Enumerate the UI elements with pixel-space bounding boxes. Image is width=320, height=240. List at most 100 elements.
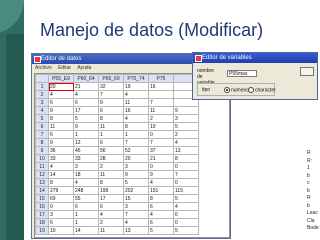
grid-cell[interactable]: 37: [148, 146, 174, 155]
grid-cell[interactable]: 9: [123, 170, 149, 179]
column-header[interactable]: P55_E9: [48, 74, 74, 83]
grid-cell[interactable]: 6: [48, 98, 74, 107]
grid-cell[interactable]: 19: [123, 82, 149, 91]
grid-cell[interactable]: 5: [173, 194, 199, 203]
grid-cell[interactable]: 7: [148, 98, 174, 107]
grid-cell[interactable]: 0: [48, 202, 74, 211]
grid-cell[interactable]: 3: [173, 114, 199, 123]
grid-cell[interactable]: 8: [48, 178, 74, 187]
grid-cell[interactable]: 4: [123, 218, 149, 227]
grid-cell[interactable]: 7: [123, 210, 149, 219]
grid-cell[interactable]: 4: [148, 178, 174, 187]
grid-cell[interactable]: 6: [48, 218, 74, 227]
grid-cell[interactable]: 6: [98, 202, 124, 211]
grid-cell[interactable]: 0: [148, 162, 174, 171]
grid-cell[interactable]: 18: [73, 170, 99, 179]
variable-editor-titlebar[interactable]: Editor de variables: [193, 53, 317, 63]
grid-cell[interactable]: 2: [98, 162, 124, 171]
grid-cell[interactable]: 3: [48, 210, 74, 219]
grid-cell[interactable]: 17: [73, 106, 99, 115]
grid-cell[interactable]: 28: [98, 154, 124, 163]
grid-cell[interactable]: 11: [98, 122, 124, 131]
grid-cell[interactable]: 1: [123, 130, 149, 139]
row-number[interactable]: 19: [35, 226, 49, 235]
grid-cell[interactable]: 0: [173, 162, 199, 171]
grid-cell[interactable]: 5: [73, 114, 99, 123]
row-number[interactable]: 18: [35, 218, 49, 227]
row-number[interactable]: 9: [35, 146, 49, 155]
grid-cell[interactable]: 6: [173, 210, 199, 219]
grid-cell[interactable]: 1: [73, 210, 99, 219]
grid-cell[interactable]: 1: [73, 218, 99, 227]
grid-cell[interactable]: 7: [148, 138, 174, 147]
grid-cell[interactable]: [148, 90, 174, 99]
grid-cell[interactable]: 5: [148, 226, 174, 235]
grid-cell[interactable]: 7: [173, 170, 199, 179]
row-number[interactable]: 16: [35, 202, 49, 211]
grid-cell[interactable]: 3: [123, 202, 149, 211]
grid-cell[interactable]: 9: [73, 122, 99, 131]
grid-cell[interactable]: 15: [123, 194, 149, 203]
grid-cell[interactable]: 8: [98, 178, 124, 187]
grid-cell[interactable]: 4: [73, 90, 99, 99]
row-number[interactable]: 4: [35, 106, 49, 115]
row-number[interactable]: 10: [35, 154, 49, 163]
grid-cell[interactable]: 13: [123, 226, 149, 235]
grid-cell[interactable]: 6: [48, 130, 74, 139]
grid-cell[interactable]: 10: [148, 122, 174, 131]
grid-cell[interactable]: 10: [48, 226, 74, 235]
radio-character[interactable]: character: [248, 87, 276, 93]
radio-numeric[interactable]: numeric: [224, 87, 249, 93]
grid-cell[interactable]: 17: [98, 194, 124, 203]
grid-cell[interactable]: 14: [73, 226, 99, 235]
grid-cell[interactable]: 33: [48, 154, 74, 163]
grid-cell[interactable]: 6: [98, 138, 124, 147]
grid-cell[interactable]: 4: [123, 114, 149, 123]
grid-cell[interactable]: 4: [148, 210, 174, 219]
grid-cell[interactable]: 4: [173, 138, 199, 147]
grid-cell[interactable]: 202: [123, 186, 149, 195]
row-number[interactable]: 5: [35, 114, 49, 123]
grid-cell[interactable]: 2: [98, 218, 124, 227]
row-number[interactable]: 11: [35, 162, 49, 171]
grid-cell[interactable]: 13: [173, 146, 199, 155]
row-number[interactable]: 7: [35, 130, 49, 139]
row-number[interactable]: 13: [35, 178, 49, 187]
grid-cell[interactable]: 11: [123, 98, 149, 107]
grid-cell[interactable]: 45: [73, 146, 99, 155]
grid-cell[interactable]: 151: [148, 186, 174, 195]
row-number[interactable]: 15: [35, 194, 49, 203]
grid-cell[interactable]: 4: [98, 210, 124, 219]
menu-ayuda[interactable]: Ayuda: [77, 65, 91, 71]
variable-name-input[interactable]: P55mas: [227, 70, 257, 77]
row-number[interactable]: 14: [35, 186, 49, 195]
grid-cell[interactable]: 16: [148, 82, 174, 91]
grid-cell[interactable]: 11: [148, 106, 174, 115]
grid-cell[interactable]: 32: [98, 82, 124, 91]
grid-cell[interactable]: 55: [73, 194, 99, 203]
grid-cell[interactable]: 4: [123, 90, 149, 99]
column-header[interactable]: P60_64: [73, 74, 99, 83]
row-number[interactable]: 2: [35, 90, 49, 99]
column-header[interactable]: P65_69: [98, 74, 124, 83]
grid-cell[interactable]: 199: [98, 186, 124, 195]
grid-cell[interactable]: 8: [98, 114, 124, 123]
grid-cell[interactable]: 6: [73, 98, 99, 107]
grid-cell[interactable]: 11: [98, 170, 124, 179]
grid-cell[interactable]: 52: [123, 146, 149, 155]
grid-cell[interactable]: 7: [98, 90, 124, 99]
row-number[interactable]: 1: [35, 82, 49, 91]
grid-cell[interactable]: 0: [173, 218, 199, 227]
grid-cell[interactable]: 11: [48, 122, 74, 131]
grid-cell[interactable]: 20: [123, 154, 149, 163]
grid-cell[interactable]: 8: [173, 154, 199, 163]
grid-cell[interactable]: 7: [123, 138, 149, 147]
grid-cell[interactable]: 0: [173, 178, 199, 187]
grid-cell[interactable]: 4: [173, 202, 199, 211]
grid-cell[interactable]: 6: [148, 202, 174, 211]
grid-cell[interactable]: 9: [98, 98, 124, 107]
grid-cell[interactable]: 4: [73, 178, 99, 187]
dialog-action-button[interactable]: [300, 67, 314, 76]
grid-cell[interactable]: 8: [148, 194, 174, 203]
grid-cell[interactable]: 9: [48, 106, 74, 115]
